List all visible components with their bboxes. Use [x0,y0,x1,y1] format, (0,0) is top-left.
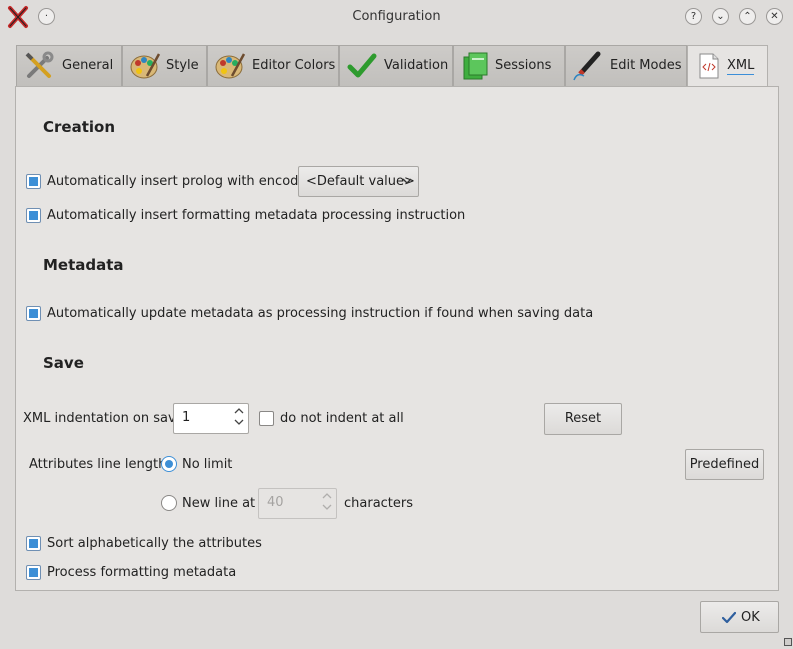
tab-label: Editor Colors [252,58,336,73]
no-limit-label: No limit [182,457,233,472]
chevron-down-icon [322,504,332,510]
new-line-label: New line at [182,496,256,511]
chevron-down-icon [234,419,244,425]
process-metadata-label: Process formatting metadata [47,565,237,580]
checkmark-icon [722,611,736,624]
new-line-radio[interactable] [161,495,177,511]
no-indent-label: do not indent at all [280,411,404,426]
spin-arrows[interactable] [233,406,245,430]
tab-validation[interactable]: Validation [339,45,453,86]
help-button[interactable]: ? [685,8,702,25]
tab-xml[interactable]: XML [687,45,768,87]
attr-line-length-label: Attributes line length: [29,457,171,472]
metadata-heading: Metadata [43,256,124,274]
tab-label: Validation [384,58,449,73]
indent-spinbox[interactable]: 1 [173,403,249,434]
formatting-pi-checkbox[interactable] [26,208,41,223]
spin-arrows[interactable] [321,491,333,515]
palette-icon [130,53,161,79]
xml-file-icon [699,53,719,79]
save-heading: Save [43,354,84,372]
creation-heading: Creation [43,118,115,136]
indent-label: XML indentation on save [23,411,184,426]
chevron-up-icon [322,493,332,499]
reset-button[interactable]: Reset [544,403,622,435]
no-limit-radio[interactable] [161,456,177,472]
tab-label: General [62,58,114,73]
sessions-icon [463,52,488,80]
formatting-pi-label: Automatically insert formatting metadata… [47,208,466,223]
close-button[interactable]: ✕ [766,8,783,25]
window-title: Configuration [352,9,441,24]
ok-label: OK [741,610,760,625]
tab-style[interactable]: Style [122,45,207,86]
xml-settings-panel: Creation Automatically insert prolog wit… [15,86,779,591]
update-metadata-label: Automatically update metadata as process… [47,306,594,321]
chevron-up-icon [234,408,244,414]
tab-general[interactable]: General [16,45,122,86]
chevron-down-icon [402,178,412,184]
sort-attributes-label: Sort alphabetically the attributes [47,536,262,551]
tab-label: Style [166,58,199,73]
tab-edit-modes[interactable]: Edit Modes [565,45,687,86]
prolog-checkbox[interactable] [26,174,41,189]
update-metadata-checkbox[interactable] [26,306,41,321]
pen-icon [573,51,601,81]
process-metadata-checkbox[interactable] [26,565,41,580]
no-indent-checkbox[interactable] [259,411,274,426]
sort-attributes-checkbox[interactable] [26,536,41,551]
new-line-spinbox[interactable]: 40 [258,488,337,519]
checkmark-icon [347,53,377,78]
tab-label: XML [727,58,755,75]
new-line-value: 40 [267,495,284,510]
indent-value: 1 [182,410,191,425]
tab-sessions[interactable]: Sessions [453,45,565,86]
resize-grip[interactable] [784,638,792,646]
tab-label: Sessions [495,58,552,73]
minimize-button[interactable]: ⌄ [712,8,729,25]
encoding-select[interactable]: <Default value> [298,166,419,197]
characters-label: characters [344,496,414,511]
ok-button[interactable]: OK [700,601,779,633]
palette-icon [215,53,246,79]
maximize-button[interactable]: ⌃ [739,8,756,25]
title-bar: · Configuration ? ⌄ ⌃ ✕ [0,0,793,34]
tools-icon [25,51,54,78]
predefined-button[interactable]: Predefined [685,449,764,480]
tab-editor-colors[interactable]: Editor Colors [207,45,339,86]
tab-label: Edit Modes [610,58,682,73]
prolog-label: Automatically insert prolog with encodin… [47,174,323,189]
encoding-value: <Default value> [306,174,415,189]
